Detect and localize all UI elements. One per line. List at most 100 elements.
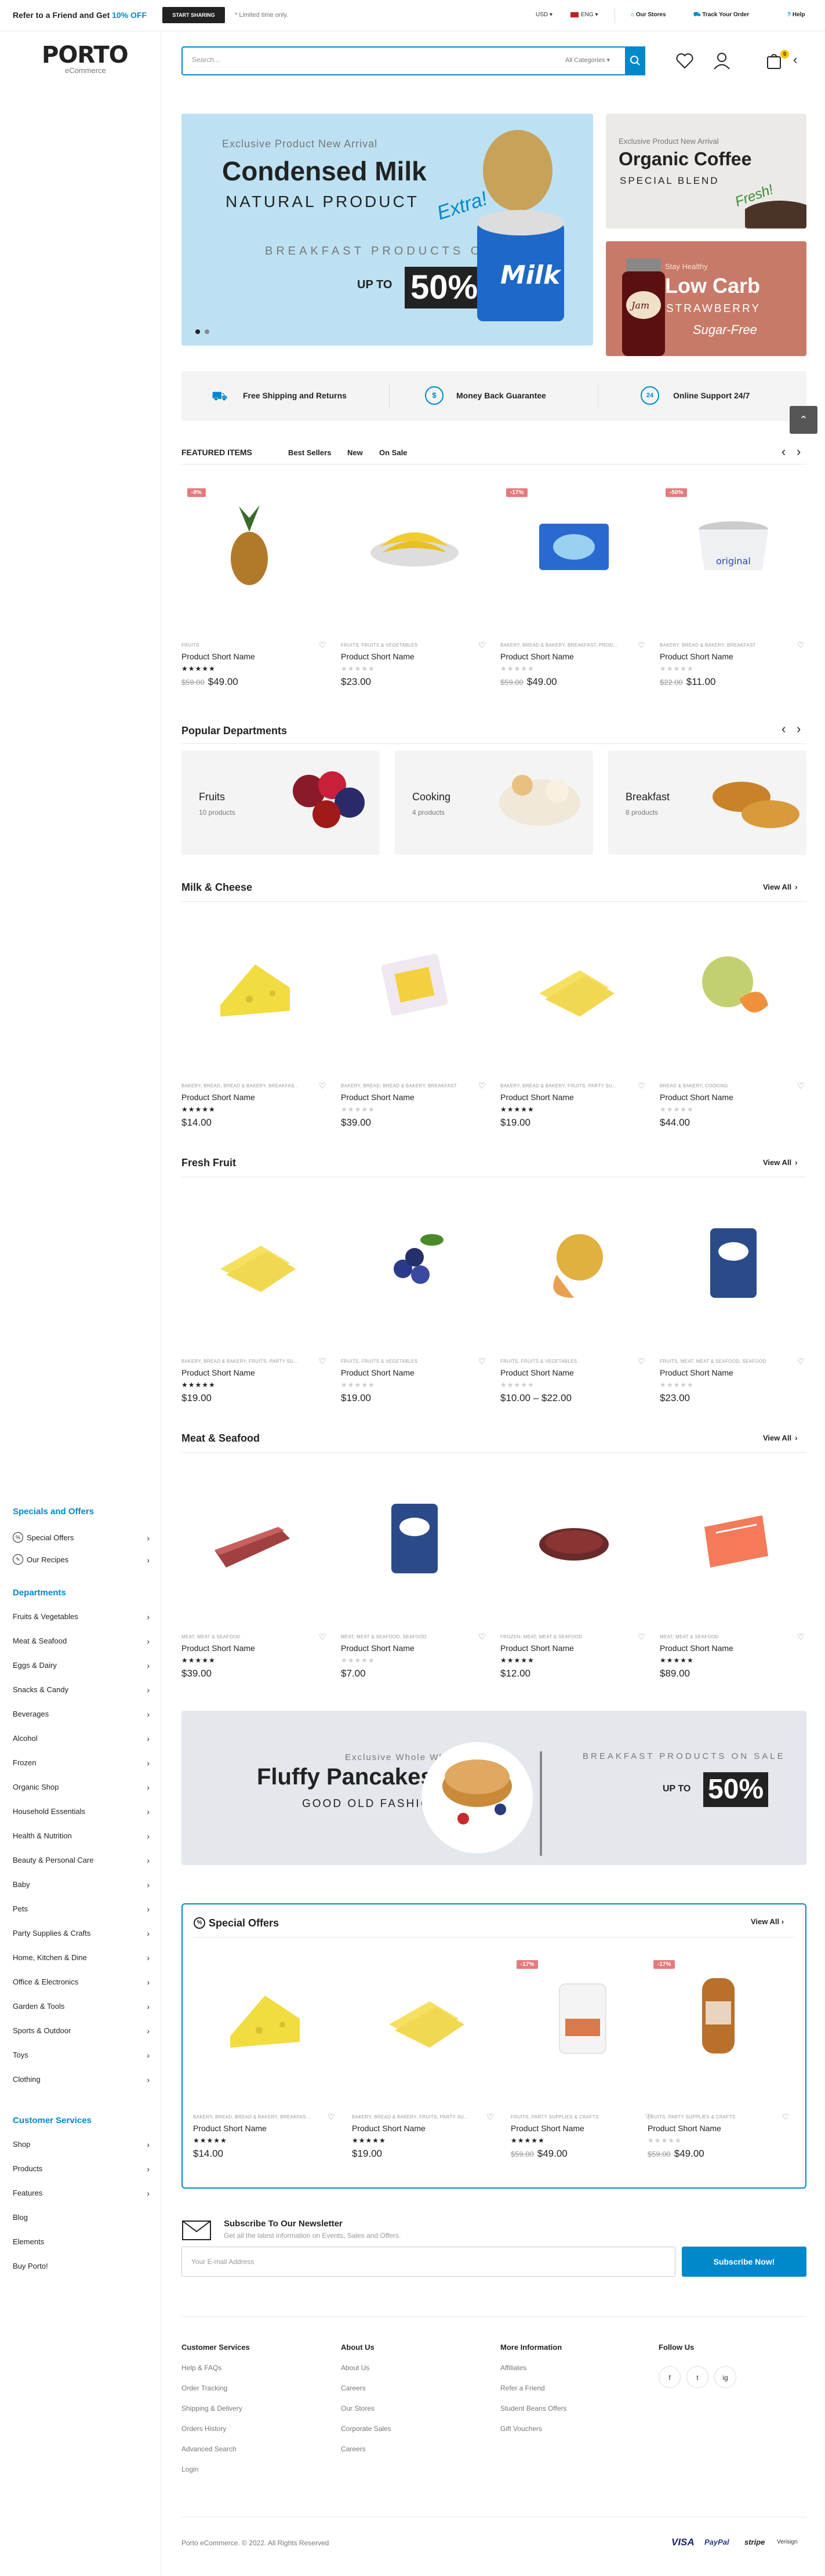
heart-icon[interactable]: ♡ — [638, 640, 645, 650]
footer-link[interactable]: Careers — [341, 2445, 366, 2453]
product-category[interactable]: FRUITS, MEAT, MEAT & SEAFOOD, SEAFOOD — [660, 1359, 789, 1364]
footer-link[interactable]: Order Tracking — [181, 2384, 227, 2392]
product-image[interactable] — [500, 1191, 647, 1336]
sidebar-item[interactable]: Products › — [13, 2164, 150, 2175]
product-category[interactable]: BAKERY, BREAD & BAKERY, FRUITS, PARTY SU… — [352, 2114, 478, 2120]
product-category[interactable]: BREAD & BAKERY, COOKING — [660, 1083, 789, 1089]
product-name[interactable]: Product Short Name — [500, 652, 574, 661]
product-name[interactable]: Product Short Name — [352, 2124, 426, 2133]
product-card[interactable]: MEAT, MEAT & SEAFOOD ♡ Product Short Name ★… — [181, 1466, 328, 1686]
sidebar-item[interactable]: Blog — [13, 2213, 150, 2223]
heart-icon[interactable]: ♡ — [319, 1081, 326, 1091]
instagram-icon[interactable]: ig — [714, 2366, 736, 2388]
product-name[interactable]: Product Short Name — [500, 1368, 574, 1377]
product-card[interactable]: BAKERY, BREAD, BREAD & BAKERY, BREAKFAS.… — [193, 1946, 337, 2167]
milk-view-all[interactable]: View All › — [763, 883, 797, 891]
product-card[interactable]: BREAD & BAKERY, COOKING ♡ Product Short Na… — [660, 915, 806, 1135]
sidebar-item[interactable]: Beauty & Personal Care › — [13, 1856, 150, 1866]
product-image[interactable] — [352, 1946, 496, 2091]
product-card[interactable]: BAKERY, BREAD & BAKERY, FRUITS, PARTY SU… — [181, 1191, 328, 1411]
sidebar-item[interactable]: Alcohol › — [13, 1734, 150, 1744]
product-card[interactable]: BAKERY, BREAD & BAKERY, FRUITS, PARTY SU… — [500, 915, 647, 1135]
carousel-dot-2[interactable] — [205, 329, 209, 334]
hero-banner-lowcarb[interactable]: Jam Stay Healthy Low Carb STRAWBERRY Sug… — [606, 241, 806, 356]
footer-link[interactable]: Advanced Search — [181, 2445, 237, 2453]
product-image[interactable] — [660, 1466, 806, 1611]
sidebar-item[interactable]: ✎ Our Recipes › — [13, 1554, 150, 1566]
footer-link[interactable]: Affiliates — [500, 2364, 526, 2372]
product-category[interactable]: MEAT, MEAT & SEAFOOD, SEAFOOD — [341, 1634, 470, 1639]
newsletter-email-input[interactable]: Your E-mail Address — [181, 2247, 675, 2277]
heart-icon[interactable]: ♡ — [782, 2112, 790, 2122]
product-name[interactable]: Product Short Name — [660, 1368, 733, 1377]
sidebar-item[interactable]: Baby › — [13, 1880, 150, 1891]
search-input[interactable]: Search... — [192, 56, 220, 64]
product-category[interactable]: BAKERY, BREAD, BREAD & BAKERY, BREAKFAS.… — [181, 1083, 311, 1089]
product-image[interactable] — [181, 1191, 328, 1336]
sidebar-item[interactable]: Eggs & Dairy › — [13, 1661, 150, 1671]
heart-icon[interactable]: ♡ — [486, 2112, 494, 2122]
start-sharing-button[interactable]: START SHARING — [162, 7, 225, 23]
product-name[interactable]: Product Short Name — [341, 1368, 415, 1377]
featured-prev-icon[interactable]: ‹ — [782, 444, 786, 459]
product-image[interactable] — [500, 1466, 647, 1611]
product-card[interactable]: -9% FRUITS ♡ Product Short Name ★★★★★ $59.00 $… — [181, 474, 328, 695]
sidebar-item[interactable]: % Special Offers › — [13, 1532, 150, 1544]
logo[interactable]: PORTO eCommerce — [42, 42, 129, 75]
product-card[interactable]: FROZEN, MEAT, MEAT & SEAFOOD ♡ Product Sho… — [500, 1466, 647, 1686]
heart-icon[interactable]: ♡ — [478, 640, 486, 650]
product-name[interactable]: Product Short Name — [181, 1093, 255, 1102]
product-name[interactable]: Product Short Name — [500, 1643, 574, 1653]
heart-icon[interactable]: ♡ — [638, 1632, 645, 1642]
product-card[interactable]: FRUITS, MEAT, MEAT & SEAFOOD, SEAFOOD ♡ Pr… — [660, 1191, 806, 1411]
sidebar-item[interactable]: Clothing › — [13, 2075, 150, 2085]
sidebar-item[interactable]: Beverages › — [13, 1710, 150, 1720]
sidebar-item[interactable]: Shop › — [13, 2140, 150, 2150]
product-name[interactable]: Product Short Name — [341, 652, 415, 661]
product-name[interactable]: Product Short Name — [660, 1643, 733, 1653]
product-card[interactable]: -17% BAKERY, BREAD & BAKERY, BREAKFAST, P… — [500, 474, 647, 695]
product-category[interactable]: BAKERY, BREAD, BREAD & BAKERY, BREAKFAST — [341, 1083, 470, 1089]
sidebar-item[interactable]: Organic Shop › — [13, 1783, 150, 1793]
sidebar-item[interactable]: Elements — [13, 2237, 150, 2248]
sidebar-item[interactable]: Pets › — [13, 1904, 150, 1915]
product-name[interactable]: Product Short Name — [193, 2124, 267, 2133]
footer-link[interactable]: Student Beans Offers — [500, 2404, 567, 2412]
product-image[interactable] — [660, 915, 806, 1060]
product-image[interactable] — [500, 915, 647, 1060]
track-order-link[interactable]: ⛟ Track Your Order — [693, 12, 749, 19]
product-image[interactable] — [341, 474, 488, 619]
heart-icon[interactable]: ♡ — [797, 640, 805, 650]
departments-next-icon[interactable]: › — [797, 721, 801, 736]
sidebar-item[interactable]: Buy Porto! — [13, 2262, 150, 2272]
product-name[interactable]: Product Short Name — [660, 652, 733, 661]
search-button[interactable] — [625, 46, 645, 75]
product-card[interactable]: FRUITS, FRUITS & VEGETABLES ♡ Product Shor… — [500, 1191, 647, 1411]
heart-icon[interactable]: ♡ — [638, 1356, 645, 1366]
product-card[interactable]: BAKERY, BREAD, BREAD & BAKERY, BREAKFAS.… — [181, 915, 328, 1135]
heart-icon[interactable]: ♡ — [319, 640, 326, 650]
product-category[interactable]: BAKERY, BREAD & BAKERY, FRUITS, PARTY SU… — [500, 1083, 630, 1089]
carousel-dot-1[interactable] — [195, 329, 200, 334]
product-name[interactable]: Product Short Name — [648, 2124, 721, 2133]
category-select[interactable]: All Categories ▾ — [565, 56, 610, 64]
subscribe-button[interactable]: Subscribe Now! — [682, 2247, 806, 2277]
footer-link[interactable]: About Us — [341, 2364, 369, 2372]
department-card[interactable]: Fruits 10 products — [181, 750, 380, 855]
currency-select[interactable]: USD ▾ — [536, 12, 553, 18]
product-card[interactable]: -17% FRUITS, PARTY SUPPLIES & CRAFTS ♡ Prod… — [511, 1946, 655, 2167]
product-category[interactable]: FRUITS, PARTY SUPPLIES & CRAFTS — [511, 2114, 637, 2120]
product-card[interactable]: FRUITS, FRUITS & VEGETABLES ♡ Product Shor… — [341, 474, 488, 695]
sidebar-item[interactable]: Frozen › — [13, 1758, 150, 1769]
product-card[interactable]: BAKERY, BREAD, BREAD & BAKERY, BREAKFAST… — [341, 915, 488, 1135]
product-image[interactable] — [660, 1191, 806, 1336]
product-category[interactable]: FROZEN, MEAT, MEAT & SEAFOOD — [500, 1634, 630, 1639]
sidebar-item[interactable]: Household Essentials › — [13, 1807, 150, 1817]
heart-icon[interactable]: ♡ — [478, 1356, 486, 1366]
department-card[interactable]: Cooking 4 products — [395, 750, 593, 855]
footer-link[interactable]: Our Stores — [341, 2404, 375, 2412]
heart-icon[interactable]: ♡ — [797, 1356, 805, 1366]
product-category[interactable]: FRUITS, PARTY SUPPLIES & CRAFTS — [648, 2114, 774, 2120]
product-card[interactable]: -17% FRUITS, PARTY SUPPLIES & CRAFTS ♡ Prod… — [648, 1946, 791, 2167]
product-image[interactable] — [341, 1191, 488, 1336]
